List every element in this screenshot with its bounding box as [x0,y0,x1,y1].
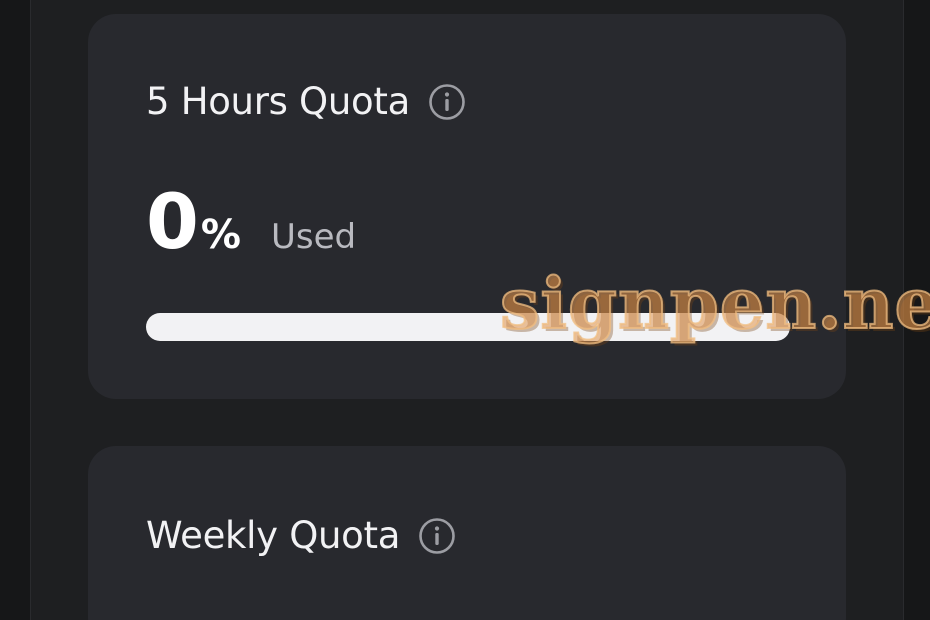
usage-percent-value: 0 [146,177,199,266]
usage-label: Used [270,217,357,257]
weekly-quota-header: Weekly Quota [146,514,456,557]
info-icon[interactable] [418,517,456,555]
five-hours-quota-card: 5 Hours Quota 0 % Used [88,14,846,399]
usage-percent-unit: % [200,212,241,258]
info-icon[interactable] [428,83,466,121]
app-screen: 5 Hours Quota 0 % Used Weekly Quota sign… [0,0,930,620]
five-hours-quota-title: 5 Hours Quota [146,80,410,123]
five-hours-quota-header: 5 Hours Quota [146,80,466,123]
weekly-quota-title: Weekly Quota [146,514,401,557]
quota-progress-bar [146,313,790,341]
usage-readout: 0 % Used [146,184,356,260]
weekly-quota-card: Weekly Quota [88,446,846,620]
